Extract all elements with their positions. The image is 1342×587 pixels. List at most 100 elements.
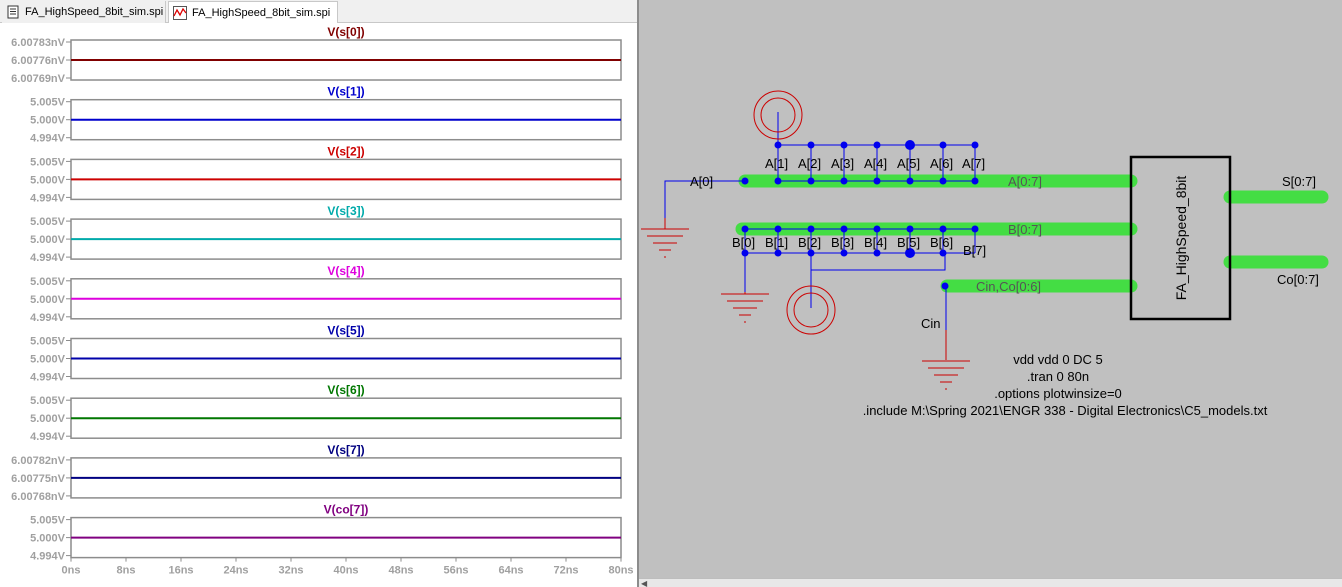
voltage-source-b-icon[interactable] [786,285,836,335]
junction-dot [873,225,881,233]
y-tick-label: 6.00768nV [11,491,65,503]
x-tick-label: 16ns [168,565,193,577]
x-tick-label: 32ns [278,565,303,577]
y-tick-label: 6.00782nV [11,455,65,467]
horizontal-scrollbar[interactable]: ◀ [639,578,1342,587]
waveform-pane[interactable]: FA_HighSpeed_8bit_sim.spi FA_HighSpeed_8… [0,0,637,587]
junction-dot [971,225,979,233]
junction-dot [971,177,979,185]
junction-dot [807,249,815,257]
tap-label-b: B[1] [765,235,788,250]
y-tick-label: 5.000V [30,533,66,545]
junction-dot [873,249,881,257]
junction-dot [741,249,749,257]
x-tick-label: 0ns [62,565,81,577]
panel-title: V(s[1]) [327,85,364,99]
junction-dot [774,249,782,257]
panel-title: V(s[4]) [327,264,364,278]
directive-line: .options plotwinsize=0 [994,386,1122,401]
waveform-plot[interactable]: V(s[0])6.00783nV6.00776nV6.00769nVV(s[1]… [0,0,637,587]
y-tick-label: 4.994V [30,372,66,384]
tap-labels: A[1] A[2] A[3] A[4] A[5] A[6] A[7] B[0] B[1] B[2]… [732,156,985,250]
y-tick-label: 4.994V [30,133,66,145]
x-tick-label: 64ns [498,565,523,577]
junction-dot [774,141,782,149]
junction-dot [873,177,881,185]
panel-title: V(s[0]) [327,25,364,39]
y-tick-label: 5.005V [30,97,66,109]
waveform-panel[interactable]: V(s[2]) 5.005V 5.000V 4.994V [30,144,622,204]
panel-title: V(co[7]) [324,503,369,517]
waveform-panel[interactable]: V(s[5]) 5.005V 5.000V 4.994V [30,324,622,384]
directive-line: vdd vdd 0 DC 5 [1013,352,1103,367]
x-tick-label: 48ns [388,565,413,577]
junction-dot [774,225,782,233]
tap-label-b: B[0] [732,235,755,250]
junction-dot [807,225,815,233]
y-tick-label: 5.005V [30,395,66,407]
y-tick-label: 6.00783nV [11,37,65,49]
tap-label-b: B[2] [798,235,821,250]
waveform-panel[interactable]: V(s[4]) 5.005V 5.000V 4.994V [30,264,622,324]
schematic-pane[interactable]: A[0] B[7] Cin S[0:7] Co[0:7] A[1] A[2] A[3… [639,0,1342,587]
net-label-b7: B[7] [963,243,986,258]
junction-dot [807,177,815,185]
junction-dot [906,225,914,233]
tap-label-a: A[2] [798,156,821,171]
y-tick-label: 6.00769nV [11,73,65,85]
junction-dot [939,249,947,257]
waveform-panel[interactable]: V(s[1]) 5.005V 5.000V 4.994V [30,85,622,145]
adder-block[interactable]: FA_HighSpeed_8bit [1129,155,1232,321]
y-tick-label: 4.994V [30,312,66,324]
bus-label-cin: Cin,Co[0:6] [976,279,1041,294]
waveform-panel[interactable]: V(s[0]) 6.00783nV 6.00776nV 6.00769nV [11,25,622,85]
net-label-a0: A[0] [690,174,713,189]
directive-line: .include M:\Spring 2021\ENGR 338 - Digit… [863,403,1268,418]
panel-title: V(s[6]) [327,383,364,397]
x-tick-label: 24ns [223,565,248,577]
y-tick-label: 4.994V [30,192,66,204]
tap-label-a: A[1] [765,156,788,171]
tap-label-a: A[6] [930,156,953,171]
waveform-panel[interactable]: V(s[3]) 5.005V 5.000V 4.994V [30,204,622,264]
waveform-panel[interactable]: V(s[7]) 6.00782nV 6.00775nV 6.00768nV [11,443,622,503]
y-tick-label: 5.005V [30,515,66,527]
y-tick-label: 5.005V [30,216,66,228]
tap-label-a: A[5] [897,156,920,171]
adder-block-label: FA_HighSpeed_8bit [1173,176,1189,301]
junction-dot [939,141,947,149]
net-label-s: S[0:7] [1282,174,1316,189]
directive-line: .tran 0 80n [1027,369,1089,384]
waveform-panel[interactable]: V(s[6]) 5.005V 5.000V 4.994V [30,383,622,443]
tap-label-b: B[3] [831,235,854,250]
schematic-canvas[interactable]: A[0] B[7] Cin S[0:7] Co[0:7] A[1] A[2] A[3… [639,0,1342,587]
junction-dot [807,141,815,149]
x-tick-label: 40ns [333,565,358,577]
y-tick-label: 5.000V [30,413,66,425]
x-tick-label: 80ns [608,565,633,577]
panel-title: V(s[2]) [327,144,364,158]
panel-title: V(s[3]) [327,204,364,218]
junction-dot [939,177,947,185]
junction-dot [741,225,749,233]
spice-directives[interactable]: vdd vdd 0 DC 5 .tran 0 80n .options plotwi… [863,352,1268,418]
junction-dot [840,177,848,185]
y-tick-label: 5.005V [30,276,66,288]
junction-dot [840,141,848,149]
y-tick-label: 5.000V [30,174,66,186]
y-tick-label: 4.994V [30,551,66,563]
ground-icon-b [721,292,769,323]
scroll-left-arrow-icon[interactable]: ◀ [641,579,647,587]
x-tick-label: 56ns [443,565,468,577]
y-tick-label: 4.994V [30,252,66,264]
y-tick-label: 4.994V [30,431,66,443]
tap-label-b: B[6] [930,235,953,250]
junction-dot [971,141,979,149]
net-label-cin: Cin [921,316,941,331]
bus-label-b: B[0:7] [1008,222,1042,237]
junction-dot [840,249,848,257]
y-tick-label: 5.000V [30,115,66,127]
x-tick-label: 8ns [117,565,136,577]
y-tick-label: 5.000V [30,294,66,306]
waveform-panel[interactable]: V(co[7]) 5.005V 5.000V 4.994V [30,503,622,563]
